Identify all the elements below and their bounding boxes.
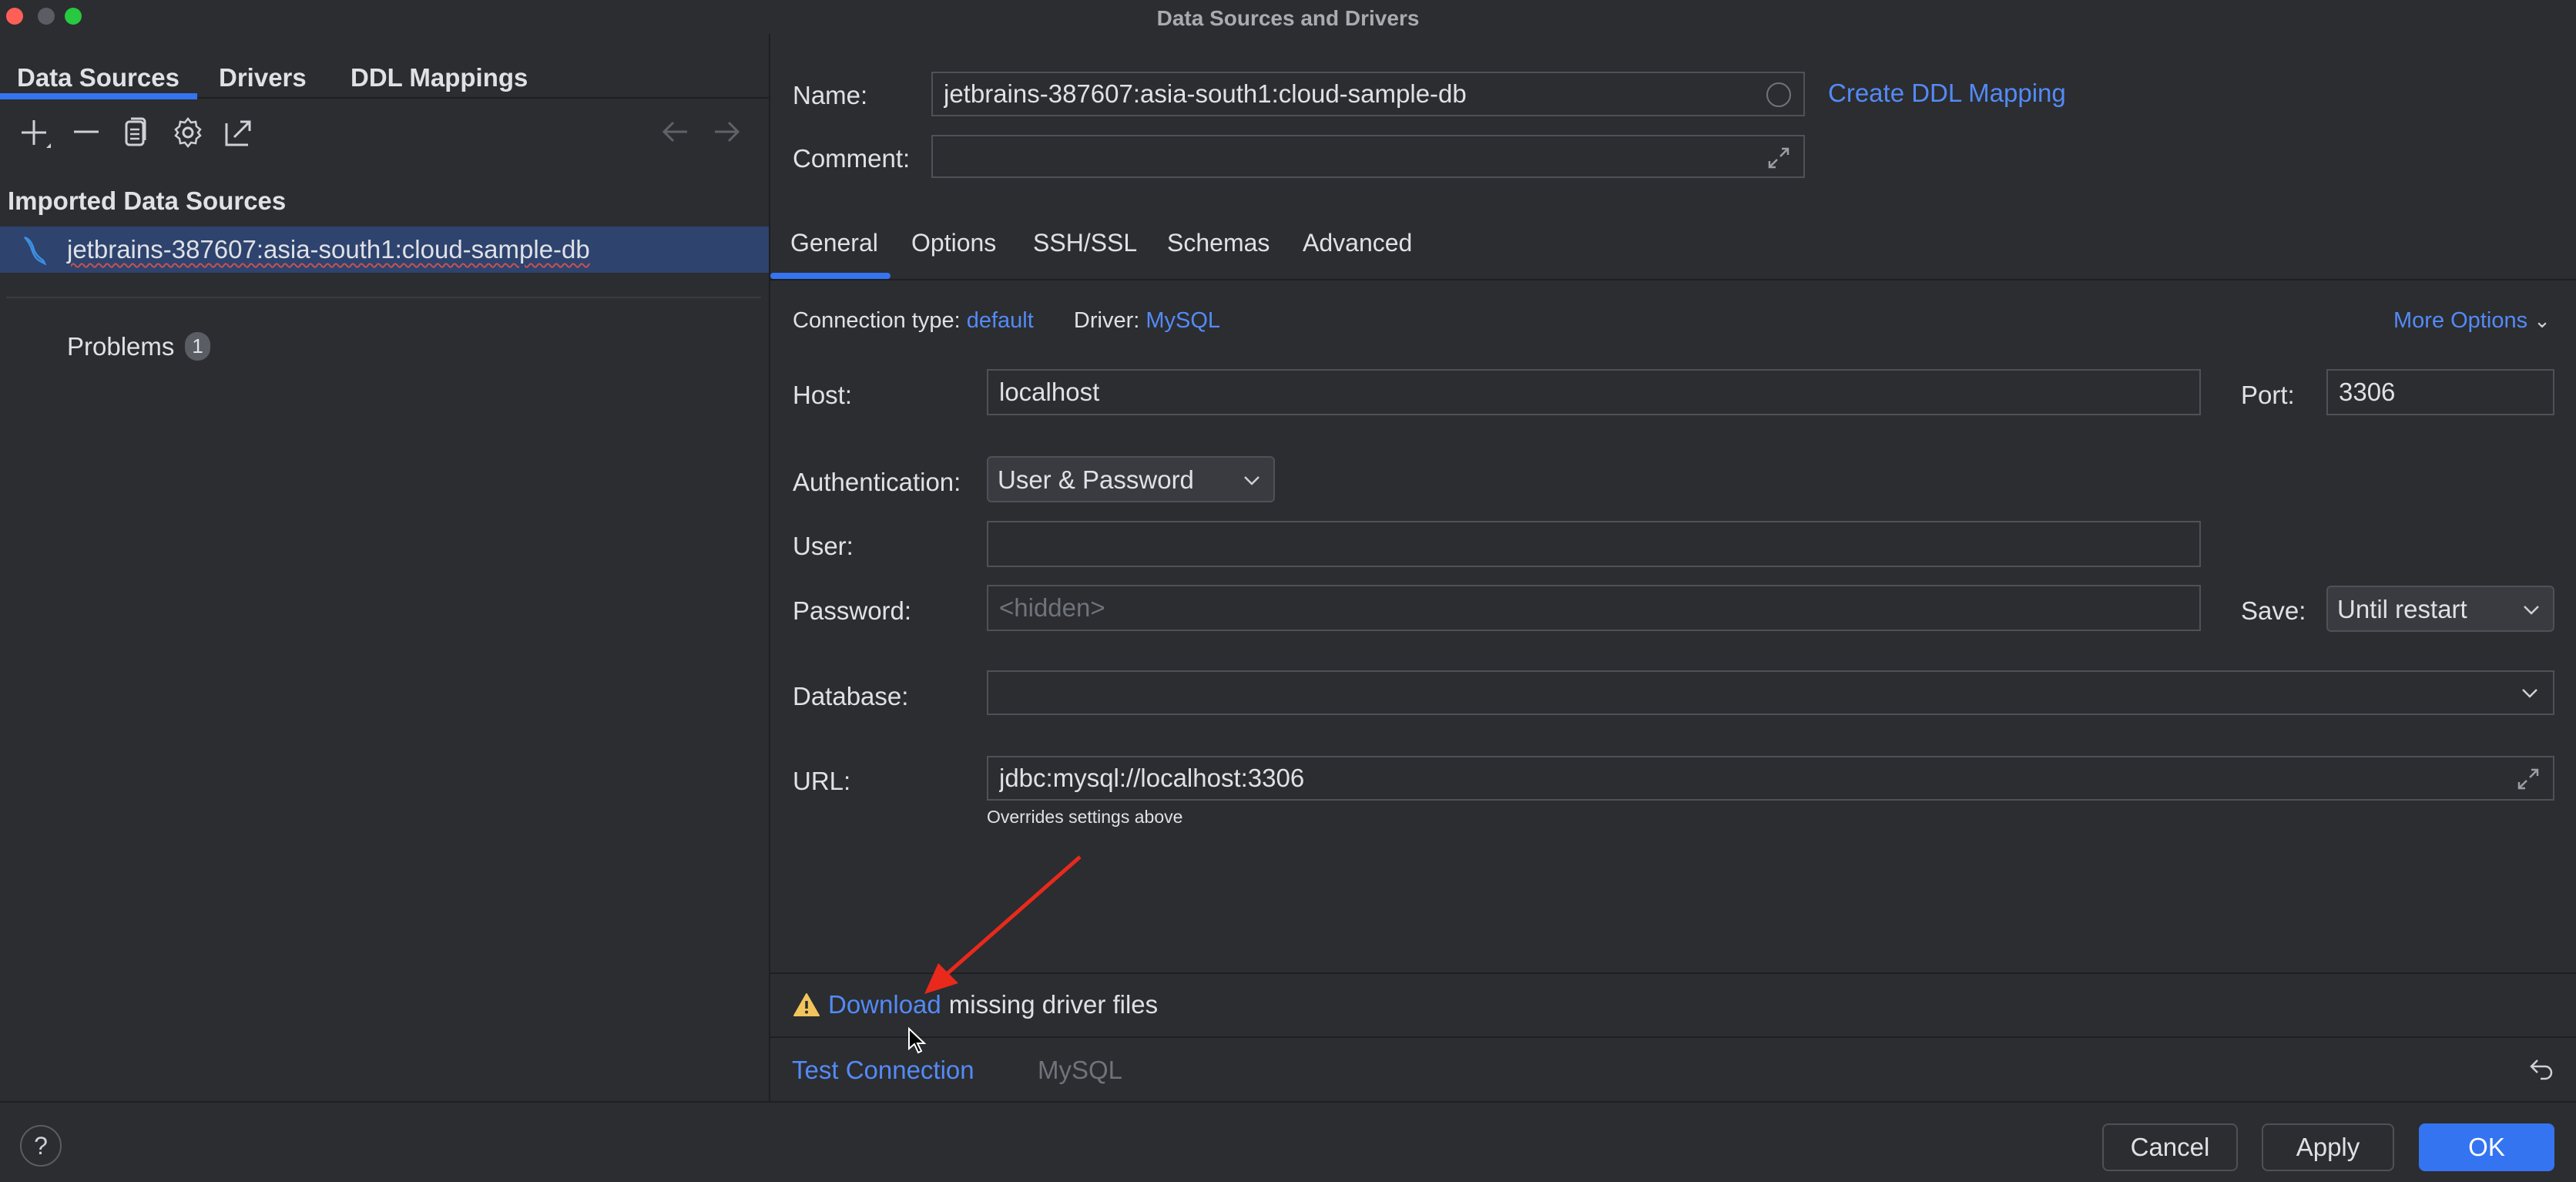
revert-icon[interactable] <box>2528 1056 2556 1083</box>
tab-general[interactable]: General <box>790 229 878 257</box>
user-label: User: <box>793 532 854 560</box>
connection-type-label: Connection type: <box>793 308 961 333</box>
url-hint: Overrides settings above <box>987 807 1183 827</box>
more-options-label: More Options <box>2393 308 2528 333</box>
user-field[interactable] <box>987 521 2201 567</box>
forward-button[interactable] <box>712 120 741 147</box>
chevron-down-icon[interactable] <box>2521 686 2539 700</box>
driver-link[interactable]: MySQL <box>1145 308 1220 333</box>
chevron-down-icon <box>2524 606 2539 615</box>
mouse-cursor-icon <box>908 1027 926 1054</box>
back-button[interactable] <box>661 120 690 147</box>
name-field[interactable] <box>931 72 1805 116</box>
arrow-left-icon <box>662 121 687 143</box>
apply-button[interactable]: Apply <box>2262 1123 2394 1171</box>
tab-data-sources[interactable]: Data Sources <box>17 63 179 92</box>
export-icon <box>225 120 251 146</box>
port-label: Port: <box>2241 381 2295 409</box>
help-icon: ? <box>34 1131 48 1160</box>
cancel-button[interactable]: Cancel <box>2102 1123 2238 1171</box>
save-dropdown[interactable]: Until restart <box>2326 586 2554 632</box>
authentication-value: User & Password <box>998 465 1194 494</box>
warning-separator-bottom <box>770 1036 2576 1038</box>
host-input[interactable] <box>988 371 2199 414</box>
duplicate-button[interactable] <box>122 116 153 154</box>
host-field[interactable] <box>987 369 2201 415</box>
driver-label: Driver: <box>1073 308 1140 333</box>
tab-advanced[interactable]: Advanced <box>1303 229 1412 257</box>
url-input[interactable] <box>988 757 2553 799</box>
data-source-item[interactable]: jetbrains-387607:asia-south1:cloud-sampl… <box>0 227 769 273</box>
comment-field[interactable] <box>931 135 1805 178</box>
database-dropdown[interactable] <box>987 670 2554 715</box>
panel-divider[interactable] <box>769 34 770 1102</box>
tab-options[interactable]: Options <box>911 229 996 257</box>
active-tab-indicator <box>770 273 891 279</box>
window-title: Data Sources and Drivers <box>1156 6 1420 30</box>
tab-ddl-mappings[interactable]: DDL Mappings <box>351 63 528 92</box>
tab-ssh-ssl[interactable]: SSH/SSL <box>1033 229 1137 257</box>
comment-input[interactable] <box>933 136 1803 176</box>
list-separator <box>6 297 761 298</box>
tabs-separator <box>197 97 769 99</box>
annotation-arrow <box>924 855 1082 994</box>
chevron-down-icon: ⌄ <box>2534 309 2551 332</box>
tabs-separator <box>770 279 2576 280</box>
port-input[interactable] <box>2328 371 2553 414</box>
authentication-dropdown[interactable]: User & Password <box>987 456 1275 502</box>
footer-separator <box>0 1101 2576 1103</box>
more-options-button[interactable]: More Options ⌄ <box>2393 308 2551 334</box>
settings-button[interactable] <box>171 116 205 154</box>
save-label: Save: <box>2241 596 2306 625</box>
copy-icon <box>125 117 146 146</box>
data-source-name: jetbrains-387607:asia-south1:cloud-sampl… <box>67 235 590 264</box>
password-input[interactable] <box>988 586 2199 630</box>
connection-type-link[interactable]: default <box>967 308 1034 333</box>
help-button[interactable]: ? <box>20 1125 62 1167</box>
expand-icon[interactable] <box>1766 146 1791 170</box>
tab-drivers[interactable]: Drivers <box>219 63 307 92</box>
plus-icon <box>22 120 51 148</box>
host-label: Host: <box>793 381 853 409</box>
add-data-source-button[interactable] <box>18 117 52 156</box>
database-input[interactable] <box>988 672 2553 714</box>
authentication-label: Authentication: <box>793 468 961 496</box>
color-picker-circle-icon[interactable] <box>1765 81 1793 109</box>
create-ddl-mapping-link[interactable]: Create DDL Mapping <box>1828 80 2066 106</box>
export-button[interactable] <box>223 117 254 153</box>
password-field[interactable] <box>987 585 2201 631</box>
chevron-down-icon <box>1244 476 1259 485</box>
arrow-right-icon <box>715 121 740 143</box>
minus-icon <box>74 130 99 133</box>
title-bar: Data Sources and Drivers <box>0 0 2576 34</box>
save-value: Until restart <box>2337 595 2467 623</box>
imported-data-sources-heading: Imported Data Sources <box>8 186 287 215</box>
problems-label: Problems <box>67 332 175 361</box>
problems-item[interactable]: Problems 1 <box>67 332 210 361</box>
driver-status-label: MySQL <box>1038 1056 1123 1084</box>
tab-schemas[interactable]: Schemas <box>1167 229 1270 257</box>
problems-count-badge: 1 <box>185 332 210 361</box>
test-connection-link[interactable]: Test Connection <box>792 1057 974 1083</box>
remove-data-source-button[interactable] <box>71 117 102 153</box>
active-tab-indicator <box>0 93 197 99</box>
mysql-dolphin-icon <box>24 236 47 265</box>
ok-button[interactable]: OK <box>2419 1123 2554 1171</box>
url-label: URL: <box>793 767 851 795</box>
expand-icon[interactable] <box>2516 767 2541 791</box>
database-label: Database: <box>793 682 909 710</box>
url-field[interactable] <box>987 756 2554 801</box>
connection-info-row: Connection type: default Driver: MySQL <box>793 308 1220 334</box>
gear-icon <box>174 116 202 149</box>
user-input[interactable] <box>988 522 2199 566</box>
password-label: Password: <box>793 596 912 625</box>
port-field[interactable] <box>2326 369 2554 415</box>
name-input[interactable] <box>933 73 1803 115</box>
name-label: Name: <box>793 81 868 109</box>
comment-label: Comment: <box>793 144 911 173</box>
warning-icon <box>793 992 820 1016</box>
